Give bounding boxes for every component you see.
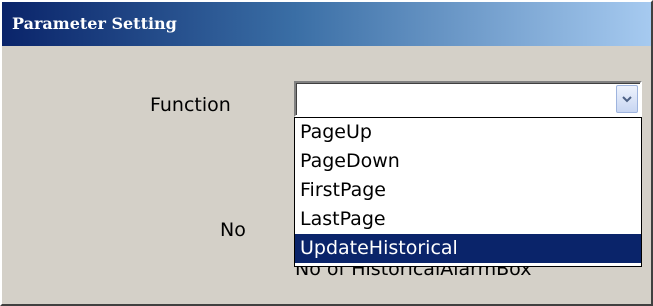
combo-dropdown-button[interactable] xyxy=(616,85,638,113)
dropdown-option-pagedown[interactable]: PageDown xyxy=(295,147,641,176)
dialog-body: Function No No of HistoricalAlarmBox Pag… xyxy=(2,46,651,304)
dropdown-option-updatehistorical[interactable]: UpdateHistorical xyxy=(295,234,641,263)
function-dropdown-list: PageUp PageDown FirstPage LastPage Updat… xyxy=(294,117,642,267)
parameter-setting-dialog: Parameter Setting Function No No of Hist… xyxy=(0,0,653,306)
function-label: Function xyxy=(150,94,231,116)
chevron-down-icon xyxy=(622,96,632,103)
dropdown-option-lastpage[interactable]: LastPage xyxy=(295,205,641,234)
dialog-title: Parameter Setting xyxy=(2,2,651,46)
function-combobox[interactable] xyxy=(294,81,642,117)
dropdown-option-pageup[interactable]: PageUp xyxy=(295,118,641,147)
dropdown-option-firstpage[interactable]: FirstPage xyxy=(295,176,641,205)
no-label: No xyxy=(220,219,246,241)
